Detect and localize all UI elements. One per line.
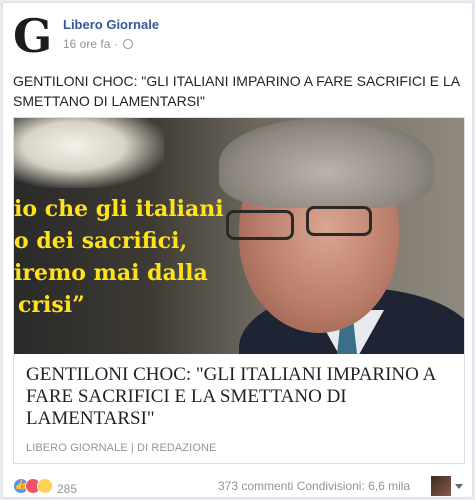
post-header: G Libero Giornale 16 ore fa · bbox=[13, 13, 453, 59]
post-timestamp[interactable]: 16 ore fa bbox=[63, 37, 110, 51]
globe-icon bbox=[123, 39, 134, 49]
link-preview-card[interactable]: io che gli italiani o dei sacrifici, ire… bbox=[13, 117, 465, 464]
engagement-stats: 373 commenti Condivisioni: 6,6 mila bbox=[218, 479, 410, 493]
meta-separator: · bbox=[113, 37, 118, 51]
image-quote-line-4: crisi” bbox=[18, 292, 85, 318]
link-source-separator: | bbox=[130, 442, 134, 454]
post-meta: 16 ore fa · bbox=[63, 37, 134, 51]
reaction-count[interactable]: 285 bbox=[57, 482, 77, 496]
shares-count[interactable]: Condivisioni: 6,6 mila bbox=[297, 479, 410, 493]
post-text: GENTILONI CHOC: "GLI ITALIANI IMPARINO A… bbox=[13, 73, 460, 109]
person-hair bbox=[219, 118, 434, 208]
link-preview-image[interactable]: io che gli italiani o dei sacrifici, ire… bbox=[14, 118, 464, 354]
link-author: DI REDAZIONE bbox=[137, 442, 217, 454]
viewer-avatar[interactable] bbox=[431, 476, 451, 496]
comments-count[interactable]: 373 commenti bbox=[218, 479, 293, 493]
link-source: LIBERO GIORNALE | DI REDAZIONE bbox=[26, 442, 216, 454]
facebook-post: G Libero Giornale 16 ore fa · GENTILONI … bbox=[2, 2, 473, 498]
image-quote-line-2: o dei sacrifici, bbox=[14, 228, 188, 254]
link-title[interactable]: GENTILONI CHOC: "GLI ITALIANI IMPARINO A… bbox=[26, 364, 456, 430]
page-name-link[interactable]: Libero Giornale bbox=[63, 17, 159, 32]
haha-icon bbox=[37, 478, 53, 494]
image-quote-line-1: io che gli italiani bbox=[14, 196, 224, 222]
link-source-name: LIBERO GIORNALE bbox=[26, 442, 128, 454]
image-window-light bbox=[14, 118, 164, 188]
page-logo[interactable]: G bbox=[13, 13, 55, 59]
glasses bbox=[226, 210, 294, 240]
link-body[interactable]: GENTILONI CHOC: "GLI ITALIANI IMPARINO A… bbox=[14, 354, 464, 463]
glasses-right bbox=[306, 206, 372, 236]
chevron-down-icon[interactable] bbox=[455, 484, 463, 489]
image-quote-line-3: iremo mai dalla bbox=[14, 260, 208, 286]
post-footer: 👍 285 373 commenti Condivisioni: 6,6 mil… bbox=[13, 475, 465, 497]
